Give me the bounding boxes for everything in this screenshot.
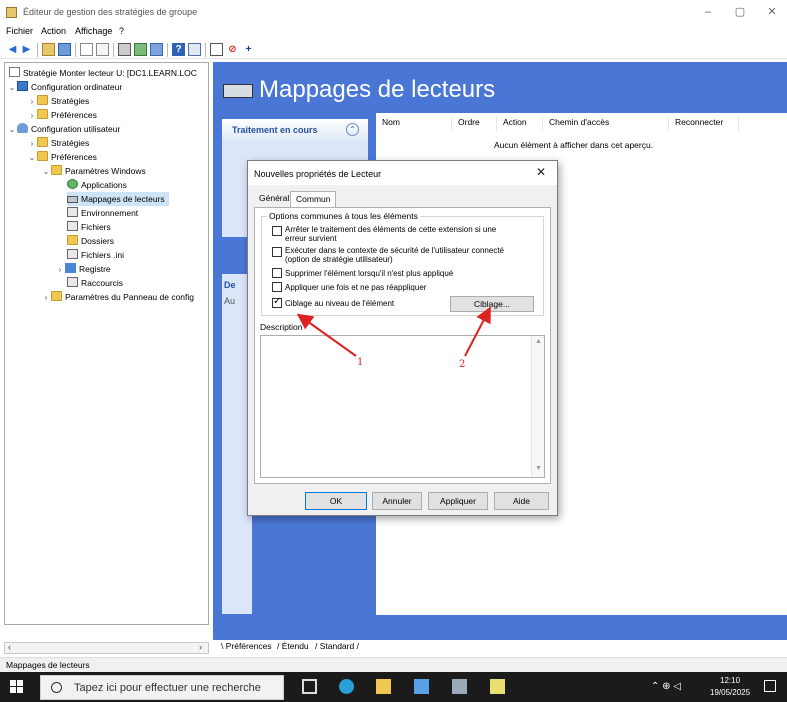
task-view-icon[interactable] (302, 679, 317, 694)
chevron-up-icon[interactable]: ⌃ (651, 681, 659, 692)
notifications-icon[interactable] (764, 680, 776, 692)
notepad-icon[interactable] (490, 679, 505, 694)
windows-start-icon[interactable] (10, 680, 24, 694)
clock[interactable]: 12:10 19/05/2025 (710, 675, 750, 699)
file-explorer-icon[interactable] (376, 679, 391, 694)
search-icon (51, 682, 62, 693)
edge-browser-icon[interactable] (339, 679, 354, 694)
taskbar-search-box[interactable]: Tapez ici pour effectuer une recherche (40, 675, 284, 700)
search-placeholder: Tapez ici pour effectuer une recherche (74, 682, 261, 694)
annotation-arrow-1 (296, 313, 357, 357)
annotation-layer (296, 306, 491, 357)
speaker-icon[interactable]: ◁ (673, 681, 681, 692)
system-tray[interactable]: ⌃ ⊕ ◁ (651, 681, 681, 692)
clock-date: 19/05/2025 (710, 688, 751, 697)
clock-time: 12:10 (720, 676, 741, 685)
server-manager-icon[interactable] (414, 679, 429, 694)
windows-taskbar: Tapez ici pour effectuer une recherche ⌃… (0, 672, 787, 702)
annotation-label-1: 1 (357, 357, 364, 368)
annotation-arrow-2 (464, 306, 491, 357)
desktop: Éditeur de gestion des stratégies de gro… (0, 0, 787, 702)
network-icon[interactable]: ⊕ (662, 681, 670, 692)
gpo-management-icon[interactable] (452, 679, 467, 694)
annotation-label-2: 2 (459, 359, 466, 370)
